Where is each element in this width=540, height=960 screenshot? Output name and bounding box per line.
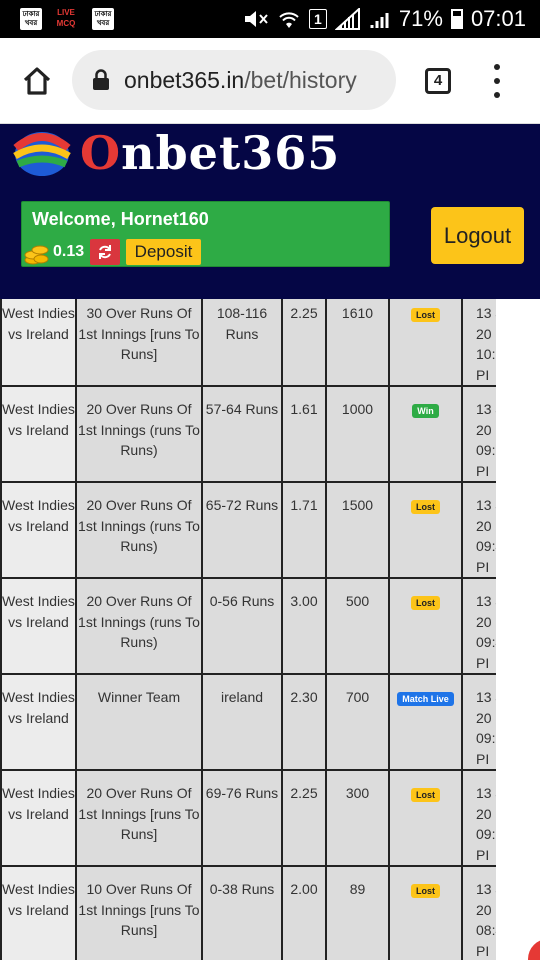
match-cell: West Indies vs Ireland — [0, 865, 77, 960]
lock-icon — [93, 69, 109, 90]
match-cell: West Indies vs Ireland — [0, 577, 77, 675]
market-cell: 20 Over Runs Of 1st Innings (runs To Run… — [75, 481, 203, 579]
news-app-icon-2: ঢাকার খবর — [92, 8, 114, 30]
rate-cell: 1.71 — [281, 481, 327, 579]
status-cell: Lost — [388, 769, 463, 867]
bet-history-table-container[interactable]: West Indies vs Ireland 30 Over Runs Of 1s… — [0, 299, 540, 960]
rate-cell: 1.61 — [281, 385, 327, 483]
live-mcq-label: LIVE MCQ — [56, 8, 76, 28]
match-cell: West Indies vs Ireland — [0, 481, 77, 579]
tab-switcher-button[interactable]: 4 — [425, 68, 451, 94]
browser-menu-button[interactable] — [488, 64, 506, 98]
coins-icon — [24, 245, 49, 265]
table-row: West Indies vs Ireland 20 Over Runs Of 1s… — [0, 769, 510, 867]
table-row: West Indies vs Ireland Winner Team ireland… — [0, 673, 510, 771]
sim-slot-indicator: 1 — [308, 9, 327, 29]
status-cell: Lost — [388, 577, 463, 675]
match-cell: West Indies vs Ireland — [0, 673, 77, 771]
live-mcq-app-icon: LIVE MCQ — [53, 7, 79, 31]
welcome-text: Welcome, Hornet160 — [32, 209, 209, 229]
status-cell: Match Live — [388, 673, 463, 771]
balance-value: 0.13 — [53, 243, 85, 260]
welcome-panel: Welcome, Hornet160 0.13 Deposit — [21, 201, 390, 267]
url-path: /bet/history — [244, 66, 357, 93]
selection-cell: 57-64 Runs — [201, 385, 283, 483]
status-right: 1 71% 07:01 — [243, 6, 526, 32]
stake-cell: 300 — [325, 769, 390, 867]
status-bar: ঢাকার খবর LIVE MCQ ঢাকার খবর 1 71% 07:01 — [0, 0, 540, 38]
selection-cell: 65-72 Runs — [201, 481, 283, 579]
selection-cell: 0-56 Runs — [201, 577, 283, 675]
url-text[interactable]: onbet365.in/bet/history — [124, 67, 357, 94]
market-cell: Winner Team — [75, 673, 203, 771]
logo-text: Onbet365 — [80, 126, 341, 180]
stake-cell: 1500 — [325, 481, 390, 579]
status-badge: Lost — [411, 596, 440, 610]
browser-toolbar: onbet365.in/bet/history 4 — [0, 38, 540, 124]
table-row: West Indies vs Ireland 20 Over Runs Of 1s… — [0, 385, 510, 483]
status-badge: Lost — [411, 308, 440, 322]
bet-history-table: West Indies vs Ireland 30 Over Runs Of 1s… — [0, 299, 510, 960]
signal-icon — [334, 8, 360, 30]
refresh-icon — [99, 245, 111, 259]
stake-cell: 1000 — [325, 385, 390, 483]
signal-icon-2 — [370, 13, 389, 28]
stake-cell: 1610 — [325, 299, 390, 387]
page-edge — [496, 299, 540, 960]
home-icon[interactable] — [20, 64, 54, 98]
status-badge: Win — [412, 404, 439, 418]
stake-cell: 700 — [325, 673, 390, 771]
table-row: West Indies vs Ireland 20 Over Runs Of 1s… — [0, 577, 510, 675]
news-app-icon: ঢাকার খবর — [20, 8, 42, 30]
logout-button[interactable]: Logout — [431, 207, 524, 264]
status-cell: Lost — [388, 865, 463, 960]
match-cell: West Indies vs Ireland — [0, 769, 77, 867]
status-cell: Lost — [388, 481, 463, 579]
site-logo[interactable]: Onbet365 — [12, 126, 339, 182]
site-header: Onbet365 Welcome, Hornet160 0.13 Deposit… — [0, 124, 540, 299]
rate-cell: 3.00 — [281, 577, 327, 675]
mute-icon — [244, 11, 268, 27]
market-cell: 20 Over Runs Of 1st Innings [runs To Run… — [75, 769, 203, 867]
status-badge: Lost — [411, 788, 440, 802]
table-row: West Indies vs Ireland 10 Over Runs Of 1s… — [0, 865, 510, 960]
status-badge: Match Live — [397, 692, 454, 706]
match-cell: West Indies vs Ireland — [0, 299, 77, 387]
battery-percent: 71% — [398, 6, 443, 31]
status-cell: Win — [388, 385, 463, 483]
logo-ball-icon — [13, 132, 71, 176]
market-cell: 20 Over Runs Of 1st Innings (runs To Run… — [75, 577, 203, 675]
stake-cell: 89 — [325, 865, 390, 960]
clock: 07:01 — [470, 6, 526, 31]
deposit-button[interactable]: Deposit — [126, 239, 201, 265]
market-cell: 30 Over Runs Of 1st Innings [runs To Run… — [75, 299, 203, 387]
table-row: West Indies vs Ireland 20 Over Runs Of 1s… — [0, 481, 510, 579]
match-cell: West Indies vs Ireland — [0, 385, 77, 483]
address-bar[interactable]: onbet365.in/bet/history — [72, 50, 396, 110]
market-cell: 20 Over Runs Of 1st Innings (runs To Run… — [75, 385, 203, 483]
table-row: West Indies vs Ireland 30 Over Runs Of 1s… — [0, 299, 510, 387]
refresh-balance-button[interactable] — [90, 239, 120, 265]
selection-cell: 0-38 Runs — [201, 865, 283, 960]
rate-cell: 2.25 — [281, 299, 327, 387]
battery-icon — [450, 9, 463, 29]
rate-cell: 2.30 — [281, 673, 327, 771]
rate-cell: 2.25 — [281, 769, 327, 867]
url-domain: onbet365.in — [124, 66, 245, 93]
status-cell: Lost — [388, 299, 463, 387]
selection-cell: ireland — [201, 673, 283, 771]
rate-cell: 2.00 — [281, 865, 327, 960]
status-badge: Lost — [411, 884, 440, 898]
wifi-icon — [279, 12, 299, 28]
stake-cell: 500 — [325, 577, 390, 675]
selection-cell: 108-116 Runs — [201, 299, 283, 387]
status-badge: Lost — [411, 500, 440, 514]
selection-cell: 69-76 Runs — [201, 769, 283, 867]
market-cell: 10 Over Runs Of 1st Innings [runs To Run… — [75, 865, 203, 960]
